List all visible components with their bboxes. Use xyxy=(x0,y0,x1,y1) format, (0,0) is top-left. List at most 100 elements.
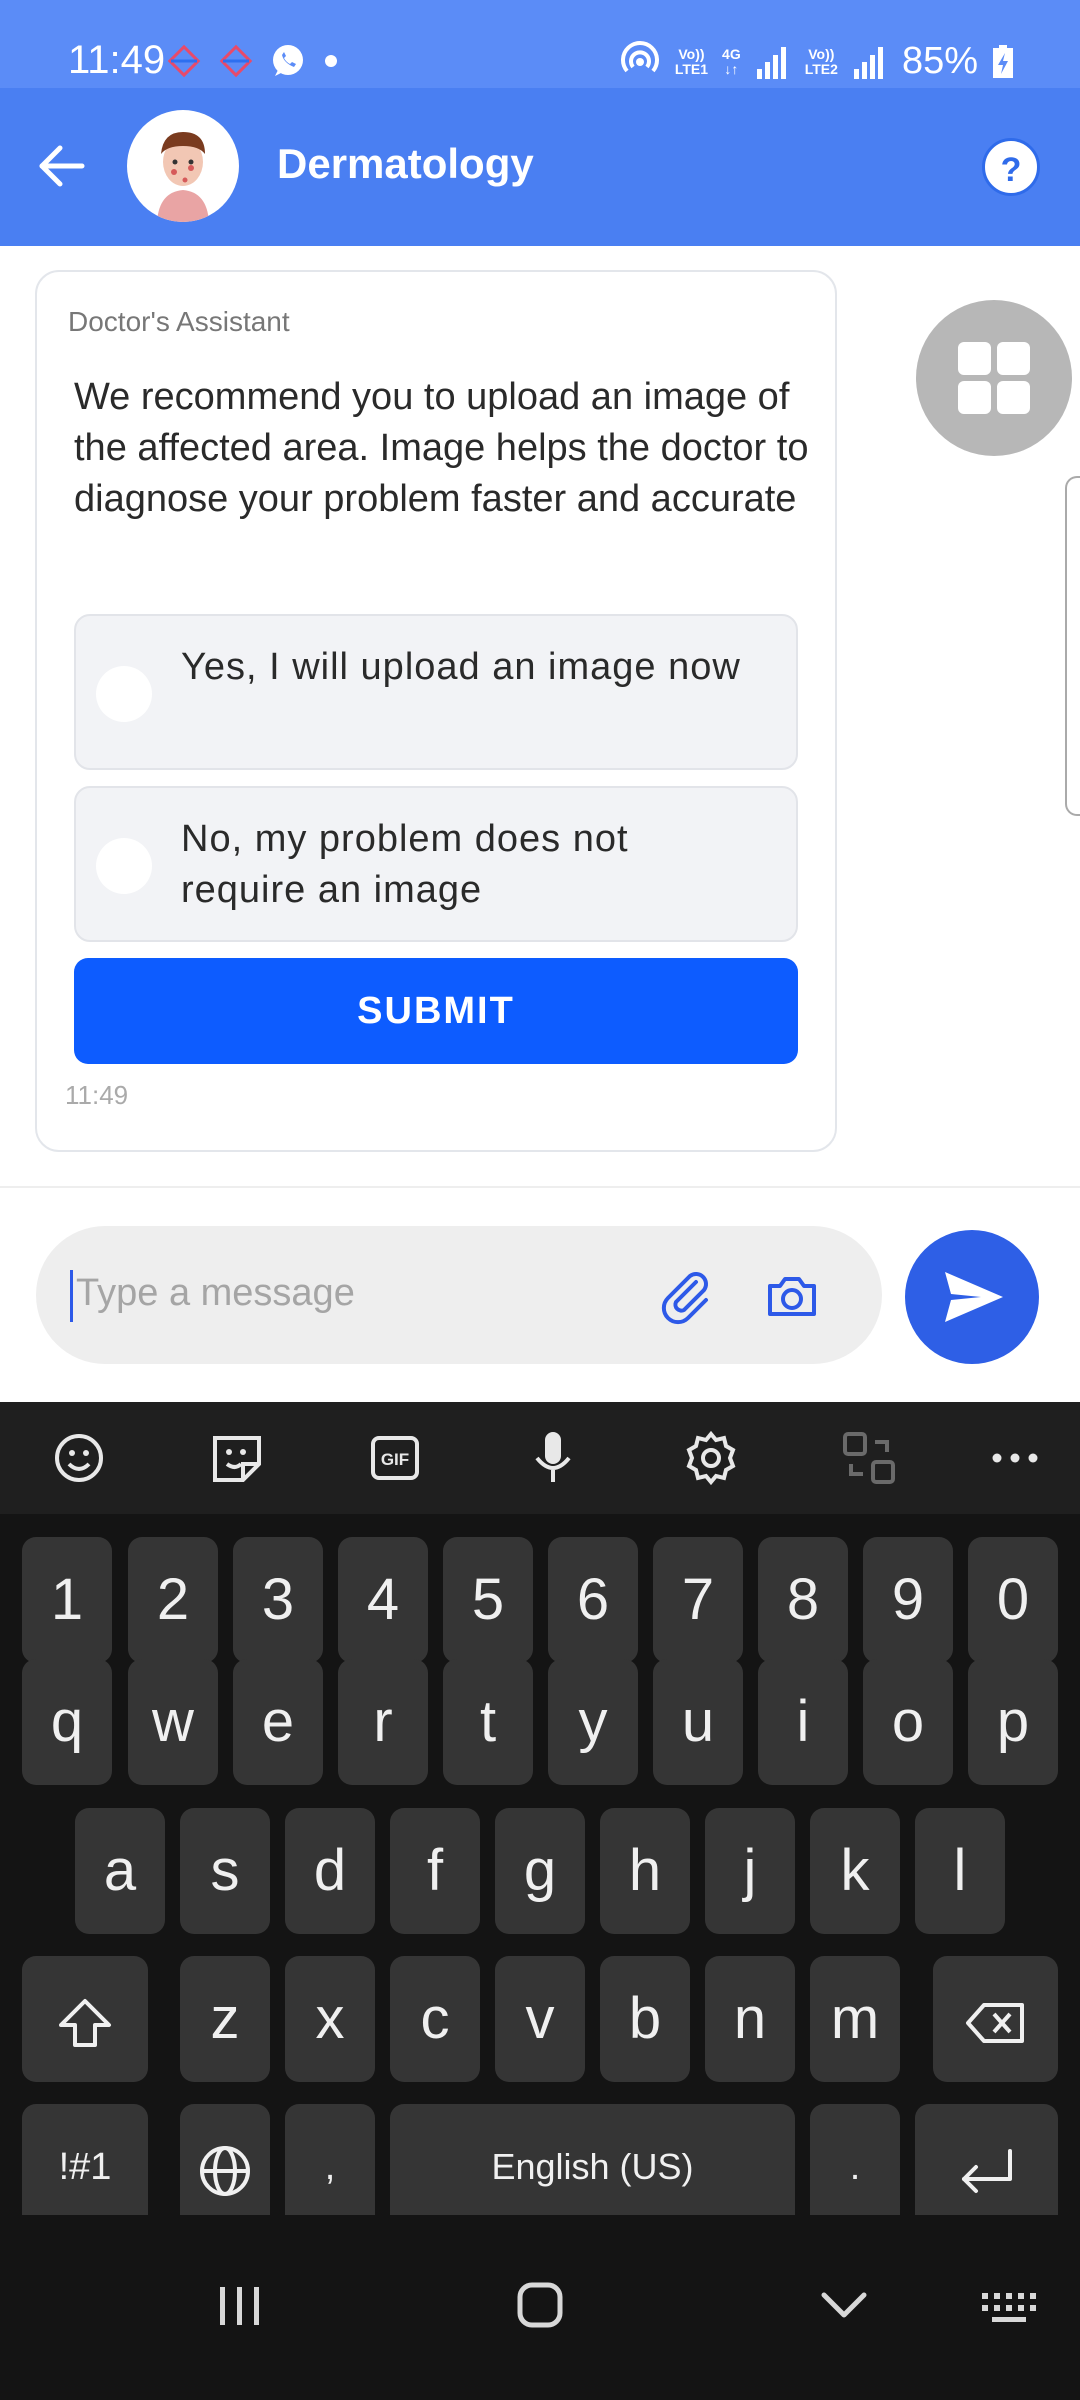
sim2-label: Vo)) LTE2 xyxy=(804,45,838,77)
dot-icon xyxy=(325,55,337,67)
assistant-message-card: Doctor's Assistant We recommend you to u… xyxy=(35,270,837,1152)
status-bar: 11:49 Vo)) LTE1 4G ↓↑ Vo)) LTE2 85% xyxy=(0,0,1080,88)
more-options-icon[interactable] xyxy=(981,1424,1049,1492)
keyboard-switch-icon[interactable] xyxy=(978,2275,1044,2335)
home-icon[interactable] xyxy=(510,2275,570,2335)
help-button[interactable]: ? xyxy=(982,138,1040,196)
microphone-icon[interactable] xyxy=(519,1424,587,1492)
page-title: Dermatology xyxy=(277,140,534,187)
space-bar[interactable]: English (US) xyxy=(390,2104,795,2230)
key-l[interactable]: l xyxy=(915,1808,1005,1934)
whatsapp-icon xyxy=(273,45,303,76)
option-label: No, my problem does not require an image xyxy=(181,818,629,911)
radio-button[interactable] xyxy=(96,666,152,722)
message-sender: Doctor's Assistant xyxy=(68,306,290,337)
key-s[interactable]: s xyxy=(180,1808,270,1934)
recent-apps-icon[interactable] xyxy=(210,2275,270,2335)
key-q[interactable]: q xyxy=(22,1659,112,1785)
send-icon xyxy=(945,1272,1003,1322)
key-2[interactable]: 2 xyxy=(128,1537,218,1663)
symbols-key[interactable]: !#1 xyxy=(22,2104,148,2230)
notification-icons xyxy=(165,42,341,80)
key-6[interactable]: 6 xyxy=(548,1537,638,1663)
key-w[interactable]: w xyxy=(128,1659,218,1785)
send-button[interactable] xyxy=(905,1230,1039,1364)
key-m[interactable]: m xyxy=(810,1956,900,2082)
key-0[interactable]: 0 xyxy=(968,1537,1058,1663)
network-label: 4G ↓↑ xyxy=(722,45,741,77)
settings-gear-icon[interactable] xyxy=(677,1424,745,1492)
key-u[interactable]: u xyxy=(653,1659,743,1785)
app-notification-icon xyxy=(167,44,201,78)
key-d[interactable]: d xyxy=(285,1808,375,1934)
submit-button[interactable]: SUBMIT xyxy=(74,958,798,1064)
key-k[interactable]: k xyxy=(810,1808,900,1934)
key-p[interactable]: p xyxy=(968,1659,1058,1785)
hotspot-icon xyxy=(620,40,659,72)
language-key[interactable] xyxy=(180,2104,270,2230)
comma-key[interactable]: , xyxy=(285,2104,375,2230)
message-text: We recommend you to upload an image of t… xyxy=(74,376,809,520)
key-e[interactable]: e xyxy=(233,1659,323,1785)
key-r[interactable]: r xyxy=(338,1659,428,1785)
signal-icon xyxy=(853,46,883,79)
gif-icon[interactable]: GIF xyxy=(361,1424,429,1492)
key-n[interactable]: n xyxy=(705,1956,795,2082)
navigation-bar xyxy=(0,2215,1080,2400)
period-key[interactable]: . xyxy=(810,2104,900,2230)
message-time: 11:49 xyxy=(65,1080,129,1110)
key-x[interactable]: x xyxy=(285,1956,375,2082)
emoji-icon[interactable] xyxy=(45,1424,113,1492)
key-c[interactable]: c xyxy=(390,1956,480,2082)
app-notification-icon xyxy=(219,44,253,78)
shift-key[interactable] xyxy=(22,1956,148,2082)
battery-charging-icon xyxy=(993,44,1013,78)
message-input[interactable]: Type a message xyxy=(36,1226,882,1364)
key-o[interactable]: o xyxy=(863,1659,953,1785)
chat-area[interactable]: Doctor's Assistant We recommend you to u… xyxy=(0,246,1080,1186)
option-no-image[interactable]: No, my problem does not require an image xyxy=(74,786,798,942)
message-placeholder: Type a message xyxy=(76,1272,355,1314)
key-f[interactable]: f xyxy=(390,1808,480,1934)
key-7[interactable]: 7 xyxy=(653,1537,743,1663)
key-t[interactable]: t xyxy=(443,1659,533,1785)
sim1-label: Vo)) LTE1 xyxy=(674,45,709,77)
menu-grid-button[interactable] xyxy=(916,300,1072,456)
dermatology-avatar-icon xyxy=(157,132,209,222)
sticker-icon[interactable] xyxy=(203,1424,271,1492)
translate-icon[interactable] xyxy=(835,1424,903,1492)
key-v[interactable]: v xyxy=(495,1956,585,2082)
option-upload-image[interactable]: Yes, I will upload an image now xyxy=(74,614,798,770)
hide-keyboard-icon[interactable] xyxy=(814,2275,874,2335)
key-j[interactable]: j xyxy=(705,1808,795,1934)
key-z[interactable]: z xyxy=(180,1956,270,2082)
key-4[interactable]: 4 xyxy=(338,1537,428,1663)
key-h[interactable]: h xyxy=(600,1808,690,1934)
doctor-avatar xyxy=(127,110,239,222)
key-8[interactable]: 8 xyxy=(758,1537,848,1663)
keyboard-toolbar: GIF xyxy=(0,1402,1080,1514)
status-right: Vo)) LTE1 4G ↓↑ Vo)) LTE2 85% xyxy=(619,40,1014,83)
edge-panel-handle[interactable] xyxy=(1065,476,1080,816)
battery-percent: 85% xyxy=(901,40,978,82)
key-i[interactable]: i xyxy=(758,1659,848,1785)
svg-text:GIF: GIF xyxy=(381,1450,409,1469)
enter-key[interactable] xyxy=(915,2104,1058,2230)
backspace-key[interactable] xyxy=(933,1956,1058,2082)
app-header: Dermatology ? xyxy=(0,88,1080,246)
attachment-icon[interactable] xyxy=(656,1266,716,1326)
key-y[interactable]: y xyxy=(548,1659,638,1785)
option-label: Yes, I will upload an image now xyxy=(181,646,741,688)
grid-icon xyxy=(958,342,991,375)
key-a[interactable]: a xyxy=(75,1808,165,1934)
key-9[interactable]: 9 xyxy=(863,1537,953,1663)
camera-icon[interactable] xyxy=(762,1266,822,1326)
radio-button[interactable] xyxy=(96,838,152,894)
key-g[interactable]: g xyxy=(495,1808,585,1934)
globe-icon xyxy=(200,2145,250,2196)
key-1[interactable]: 1 xyxy=(22,1537,112,1663)
key-b[interactable]: b xyxy=(600,1956,690,2082)
key-5[interactable]: 5 xyxy=(443,1537,533,1663)
back-arrow-icon[interactable] xyxy=(34,138,90,194)
key-3[interactable]: 3 xyxy=(233,1537,323,1663)
